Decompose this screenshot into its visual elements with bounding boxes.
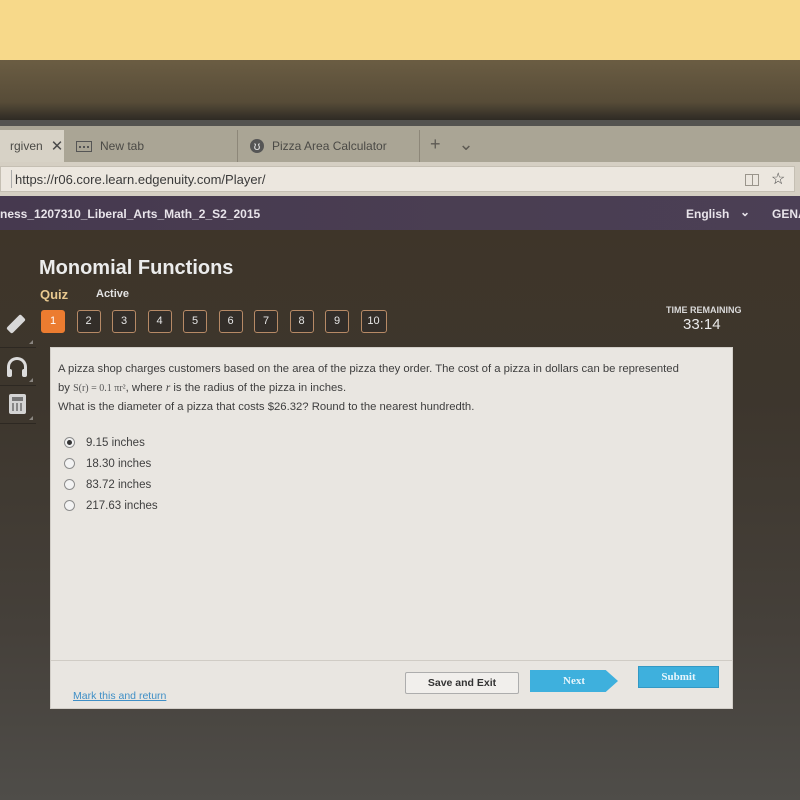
radius-variable: r [165, 381, 171, 394]
question-button[interactable]: 9 [325, 310, 349, 333]
radio-unselected[interactable] [64, 479, 75, 490]
question-panel: A pizza shop charges customers based on … [50, 347, 733, 709]
tab-label: New tab [100, 139, 145, 153]
tab-list-chevron-icon[interactable]: ⌄ [459, 134, 474, 155]
question-button[interactable]: 1 [41, 310, 65, 333]
timer-label: TIME REMAINING [666, 305, 742, 315]
question-button[interactable]: 3 [112, 310, 136, 333]
annotate-tool-button[interactable] [0, 310, 36, 348]
answer-options: 9.15 inches 18.30 inches 83.72 inches 21… [64, 432, 158, 516]
audio-tool-button[interactable] [0, 348, 36, 386]
question-line-2: by S(r) = 0.1 πr², where r is the radius… [58, 381, 347, 394]
activity-status: Active [96, 288, 130, 300]
chevron-down-icon[interactable]: ⌄ [740, 205, 750, 219]
browser-tab-bar: rgiven ✕ New tab ʊ Pizza Area Calculator… [0, 126, 800, 162]
language-select[interactable]: English [686, 207, 729, 221]
newtab-icon [76, 140, 92, 152]
globe-icon: ʊ [250, 139, 264, 153]
save-and-exit-button[interactable]: Save and Exit [405, 672, 519, 694]
footer-divider [51, 660, 732, 661]
lesson-title: Monomial Functions [39, 257, 234, 279]
course-title: ness_1207310_Liberal_Arts_Math_2_S2_2015 [0, 207, 261, 221]
calculator-icon [9, 394, 26, 414]
question-line-3: What is the diameter of a pizza that cos… [58, 401, 475, 413]
answer-option[interactable]: 83.72 inches [64, 474, 158, 495]
course-header: ness_1207310_Liberal_Arts_Math_2_S2_2015… [0, 196, 800, 230]
pencil-icon [6, 314, 26, 334]
cost-formula: S(r) = 0.1 πr² [73, 382, 126, 394]
option-label: 9.15 inches [86, 436, 145, 449]
question-button[interactable]: 10 [360, 310, 387, 333]
reading-view-icon[interactable] [745, 174, 759, 186]
monitor-bezel [0, 60, 800, 120]
answer-option[interactable]: 217.63 inches [64, 495, 158, 516]
browser-tab-pizza-calculator[interactable]: ʊ Pizza Area Calculator [240, 130, 420, 162]
tab-label: Pizza Area Calculator [272, 139, 387, 153]
close-icon[interactable]: ✕ [51, 137, 64, 155]
option-label: 18.30 inches [86, 457, 152, 470]
radio-unselected[interactable] [64, 500, 75, 511]
question-button[interactable]: 7 [254, 310, 278, 333]
question-button[interactable]: 2 [76, 310, 101, 333]
calculator-tool-button[interactable] [0, 386, 36, 424]
user-name[interactable]: GENA [772, 207, 800, 221]
question-text: A pizza shop charges customers based on … [58, 360, 728, 417]
url-text: https://r06.core.learn.edgenuity.com/Pla… [15, 171, 266, 187]
activity-type: Quiz [40, 287, 69, 302]
radio-unselected[interactable] [64, 458, 75, 469]
question-navigator: 1 2 3 4 5 6 7 8 9 10 [41, 310, 398, 333]
address-bar-row: https://r06.core.learn.edgenuity.com/Pla… [0, 162, 800, 196]
new-tab-plus-icon[interactable]: + [430, 134, 441, 155]
question-line-1: A pizza shop charges customers based on … [58, 363, 679, 375]
question-button[interactable]: 6 [218, 310, 243, 333]
quiz-player: Monomial Functions Quiz Active 1 2 3 4 5… [0, 230, 800, 800]
option-label: 217.63 inches [86, 499, 158, 512]
tool-sidebar [0, 310, 36, 424]
question-button[interactable]: 4 [147, 310, 172, 333]
question-button[interactable]: 8 [289, 310, 314, 333]
browser-tab-new-tab[interactable]: New tab [66, 130, 238, 162]
mark-and-return-link[interactable]: Mark this and return [73, 690, 166, 702]
tab-label: rgiven [10, 139, 43, 153]
submit-button[interactable]: Submit [638, 666, 719, 688]
answer-option[interactable]: 18.30 inches [64, 453, 158, 474]
radio-selected[interactable] [64, 437, 75, 448]
option-label: 83.72 inches [86, 478, 152, 491]
next-button[interactable]: Next [530, 670, 618, 692]
headphones-icon [7, 357, 27, 377]
favorite-star-icon[interactable]: ☆ [771, 169, 785, 189]
url-field[interactable]: https://r06.core.learn.edgenuity.com/Pla… [0, 166, 795, 192]
answer-option[interactable]: 9.15 inches [64, 432, 158, 453]
browser-tab-active[interactable]: rgiven ✕ [0, 130, 64, 162]
time-remaining: 33:14 [683, 316, 721, 333]
background-wall [0, 0, 800, 62]
question-button[interactable]: 5 [183, 310, 207, 333]
